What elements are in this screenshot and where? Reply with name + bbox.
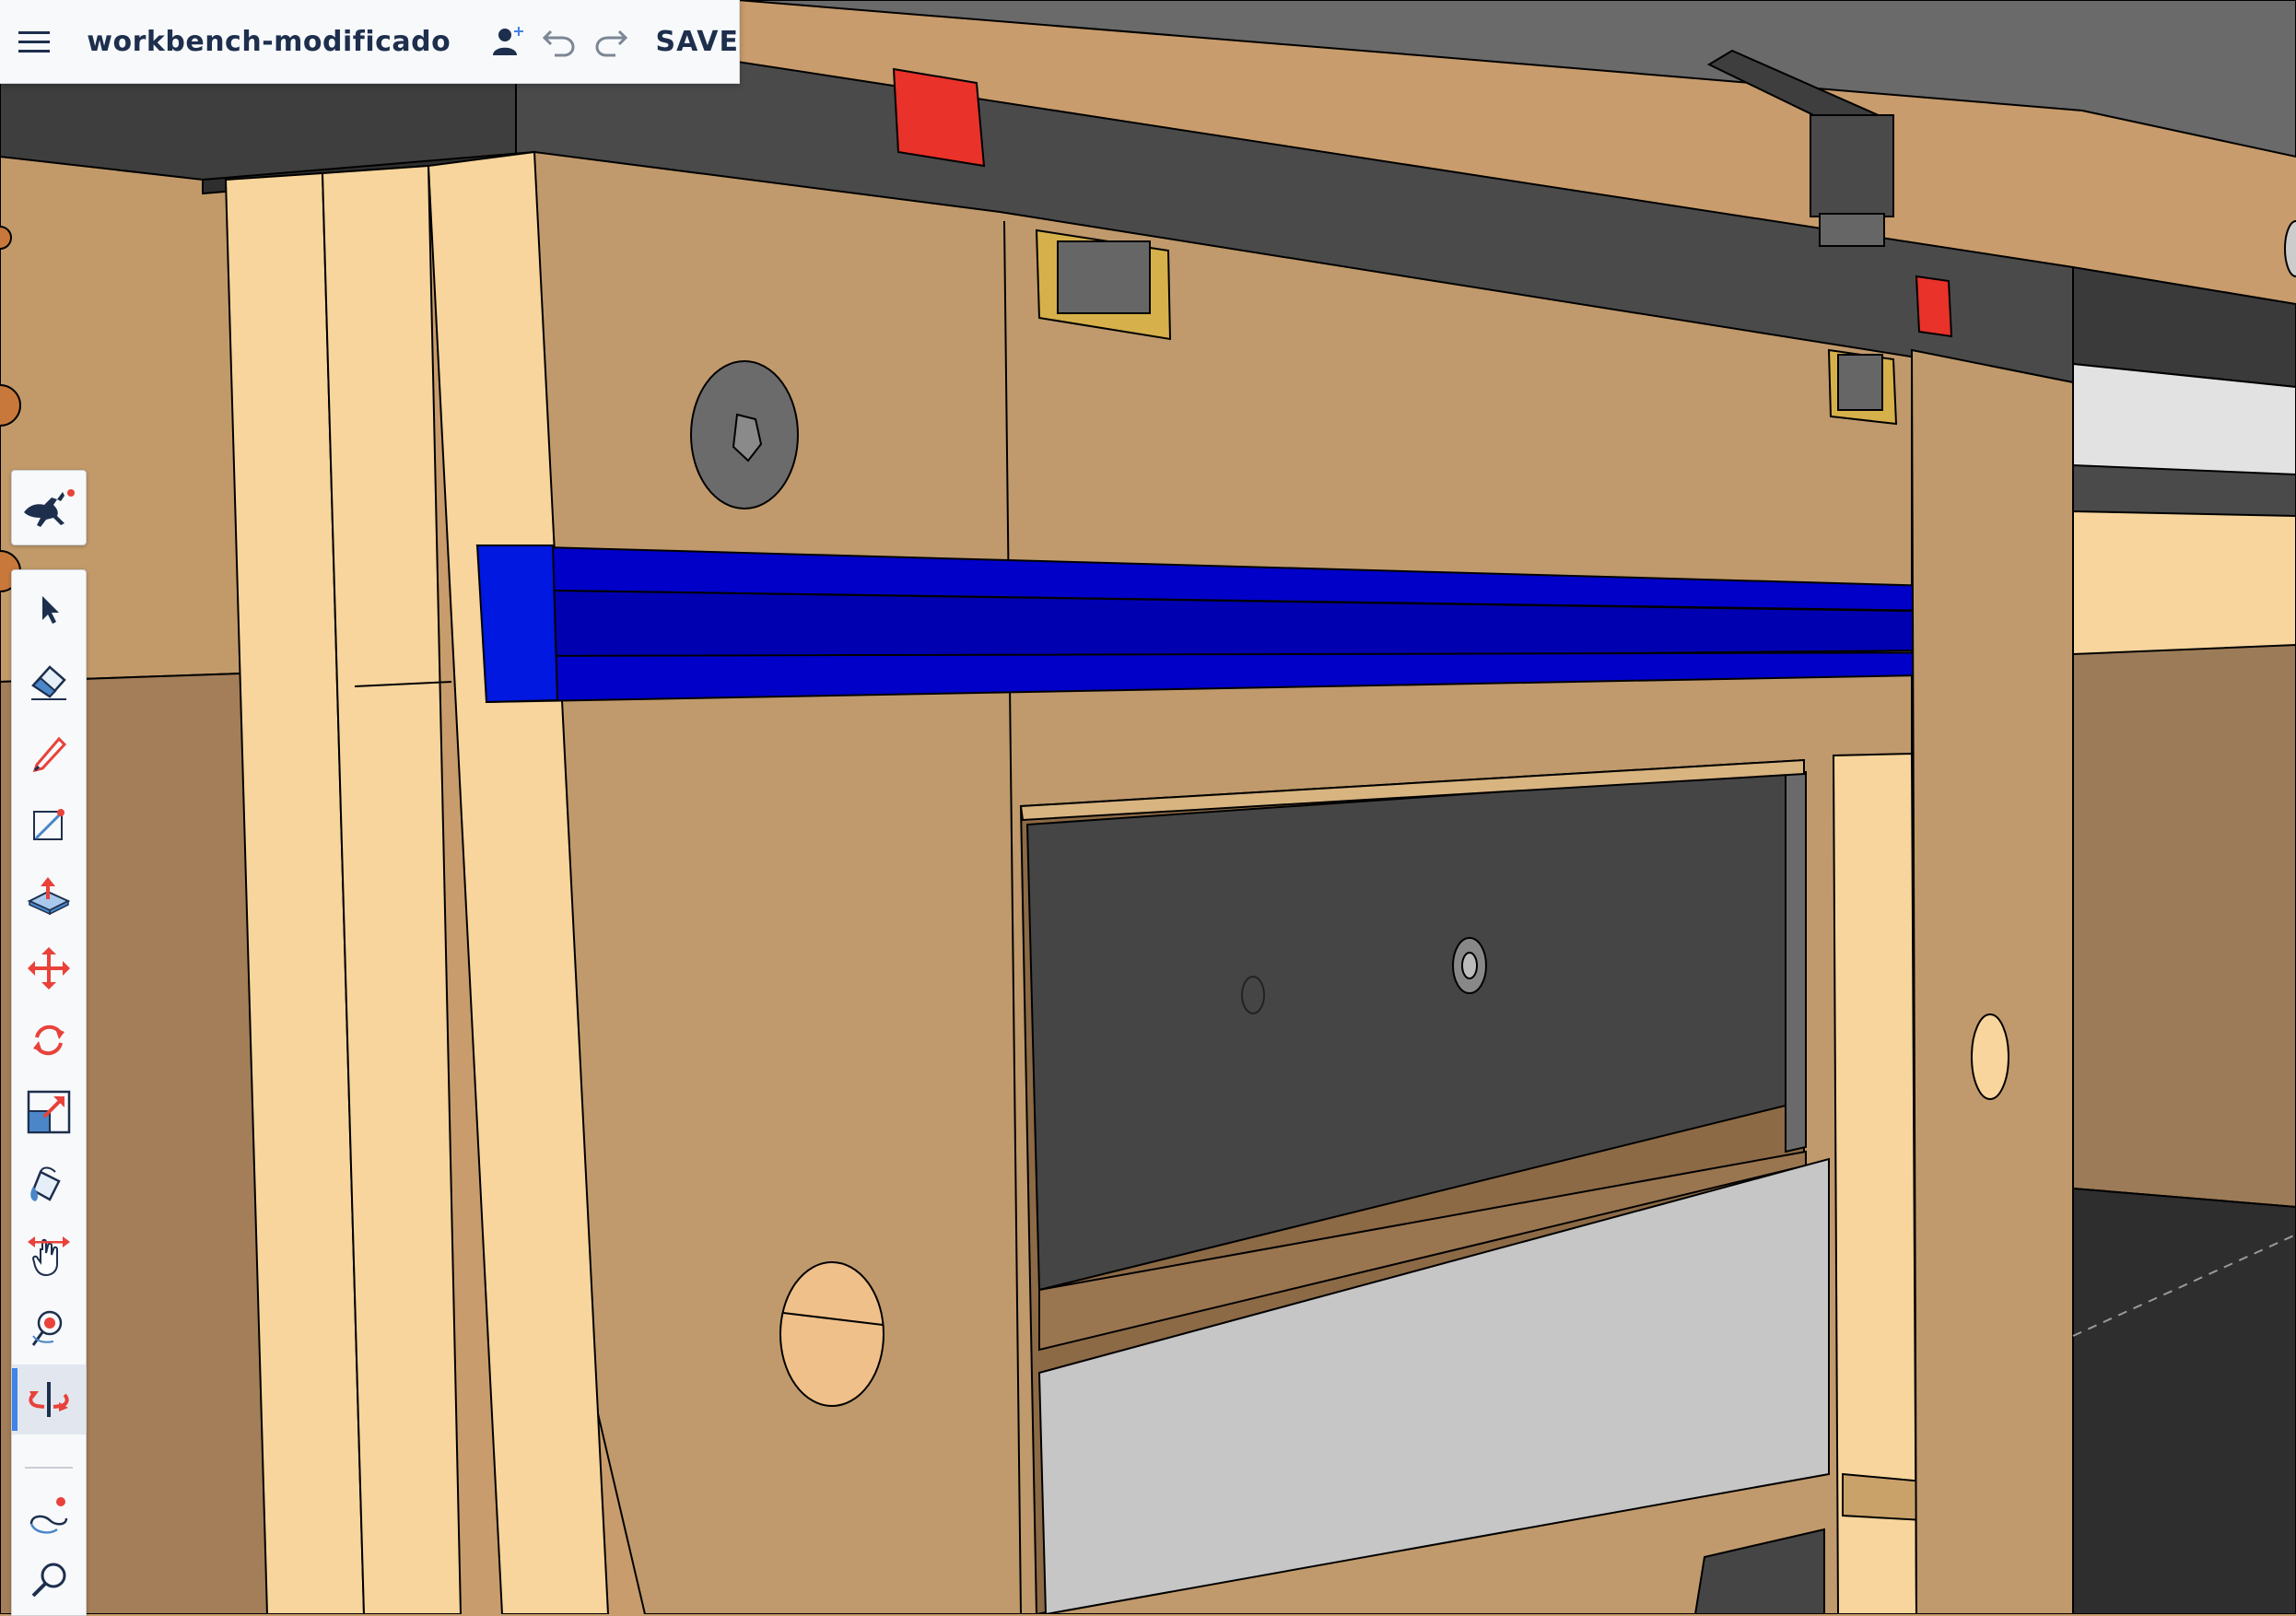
selected-rail-end[interactable] xyxy=(475,545,559,704)
zoom-tool[interactable] xyxy=(12,1545,86,1615)
document-title[interactable]: workbench-modificado xyxy=(87,26,451,58)
menu-button[interactable] xyxy=(0,0,68,83)
redo-icon xyxy=(595,29,628,57)
add-collaborator-button[interactable] xyxy=(484,0,533,83)
vise-handle-collar xyxy=(1819,213,1885,247)
running-dog-icon xyxy=(24,489,75,527)
vise-handle-post xyxy=(1810,114,1894,217)
paint-tool[interactable] xyxy=(12,1149,86,1219)
walk-tool[interactable] xyxy=(12,1481,86,1551)
scale-icon xyxy=(27,1090,71,1134)
pan-hand-icon xyxy=(28,1236,70,1277)
toolbar-divider xyxy=(25,1467,73,1469)
rotate-tool[interactable] xyxy=(12,1005,86,1075)
move-tool[interactable] xyxy=(12,933,86,1003)
scale-tool[interactable] xyxy=(12,1077,86,1147)
bracket-left-inner xyxy=(1057,240,1151,314)
eraser-tool[interactable] xyxy=(12,646,86,716)
red-clamp-right xyxy=(1915,275,1953,338)
pencil-icon xyxy=(32,736,67,773)
paint-bucket-icon xyxy=(30,1166,61,1201)
orbit-icon xyxy=(29,1382,69,1417)
tool-palette xyxy=(11,569,87,1616)
right-dark-area xyxy=(2072,1187,2296,1614)
undo-button[interactable] xyxy=(533,0,585,83)
orbit-tool[interactable] xyxy=(12,1364,86,1434)
dowel-hole-left xyxy=(779,1261,884,1407)
3d-viewport[interactable] xyxy=(0,0,2296,1614)
dowel-hole-right xyxy=(1971,1013,2009,1100)
hamburger-menu-icon xyxy=(18,31,51,53)
arrow-pointer-icon xyxy=(42,596,59,624)
right-light-band xyxy=(2072,509,2296,655)
tool-header-button[interactable] xyxy=(11,470,87,545)
push-pull-icon xyxy=(27,877,71,916)
undo-icon xyxy=(542,29,575,57)
drawer-knob-inner xyxy=(1461,952,1478,979)
pan-tool[interactable] xyxy=(12,1221,86,1291)
pencil-tool[interactable] xyxy=(12,718,86,788)
right-post-notch xyxy=(1842,1472,1925,1522)
top-bar: workbench-modificado SAVE xyxy=(0,0,740,84)
orbit-pin-icon xyxy=(31,1310,63,1346)
drawer-side-strip xyxy=(1785,771,1807,1153)
rotate-icon xyxy=(33,1025,64,1056)
redo-button[interactable] xyxy=(585,0,638,83)
right-brown-area xyxy=(2072,643,2296,1209)
push-pull-tool[interactable] xyxy=(12,861,86,931)
select-tool[interactable] xyxy=(12,574,86,644)
right-panel xyxy=(1910,348,2074,1614)
bracket-right-inner xyxy=(1837,354,1883,411)
orbit-look-tool[interactable] xyxy=(12,1293,86,1363)
rectangle-tool[interactable] xyxy=(12,790,86,860)
magnifier-icon xyxy=(31,1563,66,1598)
save-button[interactable]: SAVE xyxy=(656,26,740,58)
rectangle-draw-icon xyxy=(33,809,64,840)
vise-lower-strip xyxy=(2072,463,2296,517)
move-arrows-icon xyxy=(28,947,70,990)
add-collaborator-icon xyxy=(492,27,523,55)
eraser-icon xyxy=(31,665,66,700)
red-clamp-left xyxy=(892,67,986,168)
walk-path-icon xyxy=(29,1497,68,1534)
